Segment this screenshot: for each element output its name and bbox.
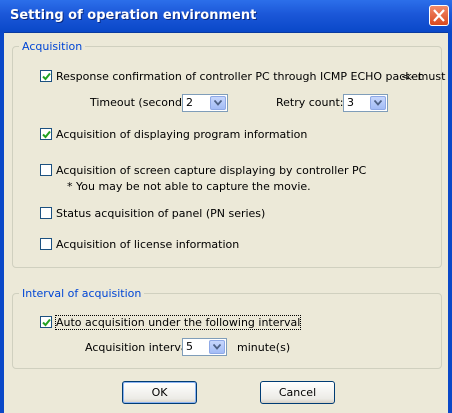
license-checkbox[interactable] (40, 238, 52, 250)
checkmark-icon (42, 318, 51, 327)
screen-capture-label: Acquisition of screen capture displaying… (56, 164, 367, 177)
ok-button[interactable]: OK (122, 381, 197, 404)
timeout-label: Timeout (second): (90, 96, 190, 109)
checkmark-icon (42, 130, 51, 139)
window-frame-right (448, 32, 452, 413)
retry-label: Retry count: (276, 96, 344, 109)
icmp-checkbox[interactable] (40, 70, 52, 82)
title-bar[interactable]: Setting of operation environment (0, 0, 452, 33)
acquisition-group-legend: Acquisition (22, 40, 83, 53)
license-label: Acquisition of license information (56, 238, 240, 251)
checkmark-icon (42, 72, 51, 81)
panel-status-label: Status acquisition of panel (PN series) (56, 207, 266, 220)
acquisition-interval-value: 5 (186, 340, 193, 353)
window-title: Setting of operation environment (10, 8, 257, 23)
license-row[interactable]: Acquisition of license information (40, 238, 239, 252)
chevron-down-icon (374, 100, 382, 106)
screen-capture-checkbox[interactable] (40, 164, 52, 176)
retry-select[interactable]: 3 (343, 94, 388, 112)
chevron-down-icon (213, 344, 221, 350)
retry-value: 3 (347, 96, 354, 109)
retry-dropdown-button[interactable] (370, 96, 386, 110)
icmp-note: <- must (401, 70, 446, 83)
program-info-label: Acquisition of displaying program inform… (56, 128, 308, 141)
interval-unit-label: minute(s) (237, 341, 291, 354)
program-info-checkbox[interactable] (40, 128, 52, 140)
window-frame-left (0, 32, 4, 413)
auto-acquisition-row[interactable]: Auto acquisition under the following int… (40, 315, 302, 330)
auto-acquisition-checkbox[interactable] (40, 316, 52, 328)
icmp-label: Response confirmation of controller PC t… (56, 70, 423, 83)
acquisition-interval-label: Acquisition interval: (85, 341, 195, 354)
acquisition-interval-dropdown-button[interactable] (209, 340, 225, 354)
close-button[interactable] (429, 5, 449, 26)
close-icon (433, 9, 445, 22)
panel-status-row[interactable]: Status acquisition of panel (PN series) (40, 207, 265, 221)
screen-capture-row[interactable]: Acquisition of screen capture displaying… (40, 164, 366, 178)
chevron-down-icon (214, 100, 222, 106)
cancel-button[interactable]: Cancel (260, 381, 335, 404)
screen-capture-note: * You may be not able to capture the mov… (67, 180, 311, 193)
interval-group-legend: Interval of acquisition (22, 287, 142, 300)
timeout-value: 2 (186, 96, 193, 109)
icmp-row[interactable]: Response confirmation of controller PC t… (40, 70, 422, 84)
acquisition-interval-select[interactable]: 5 (182, 338, 227, 356)
auto-acquisition-label: Auto acquisition under the following int… (54, 315, 302, 330)
program-info-row[interactable]: Acquisition of displaying program inform… (40, 128, 307, 142)
panel-status-checkbox[interactable] (40, 207, 52, 219)
timeout-select[interactable]: 2 (182, 94, 228, 112)
timeout-dropdown-button[interactable] (210, 96, 226, 110)
